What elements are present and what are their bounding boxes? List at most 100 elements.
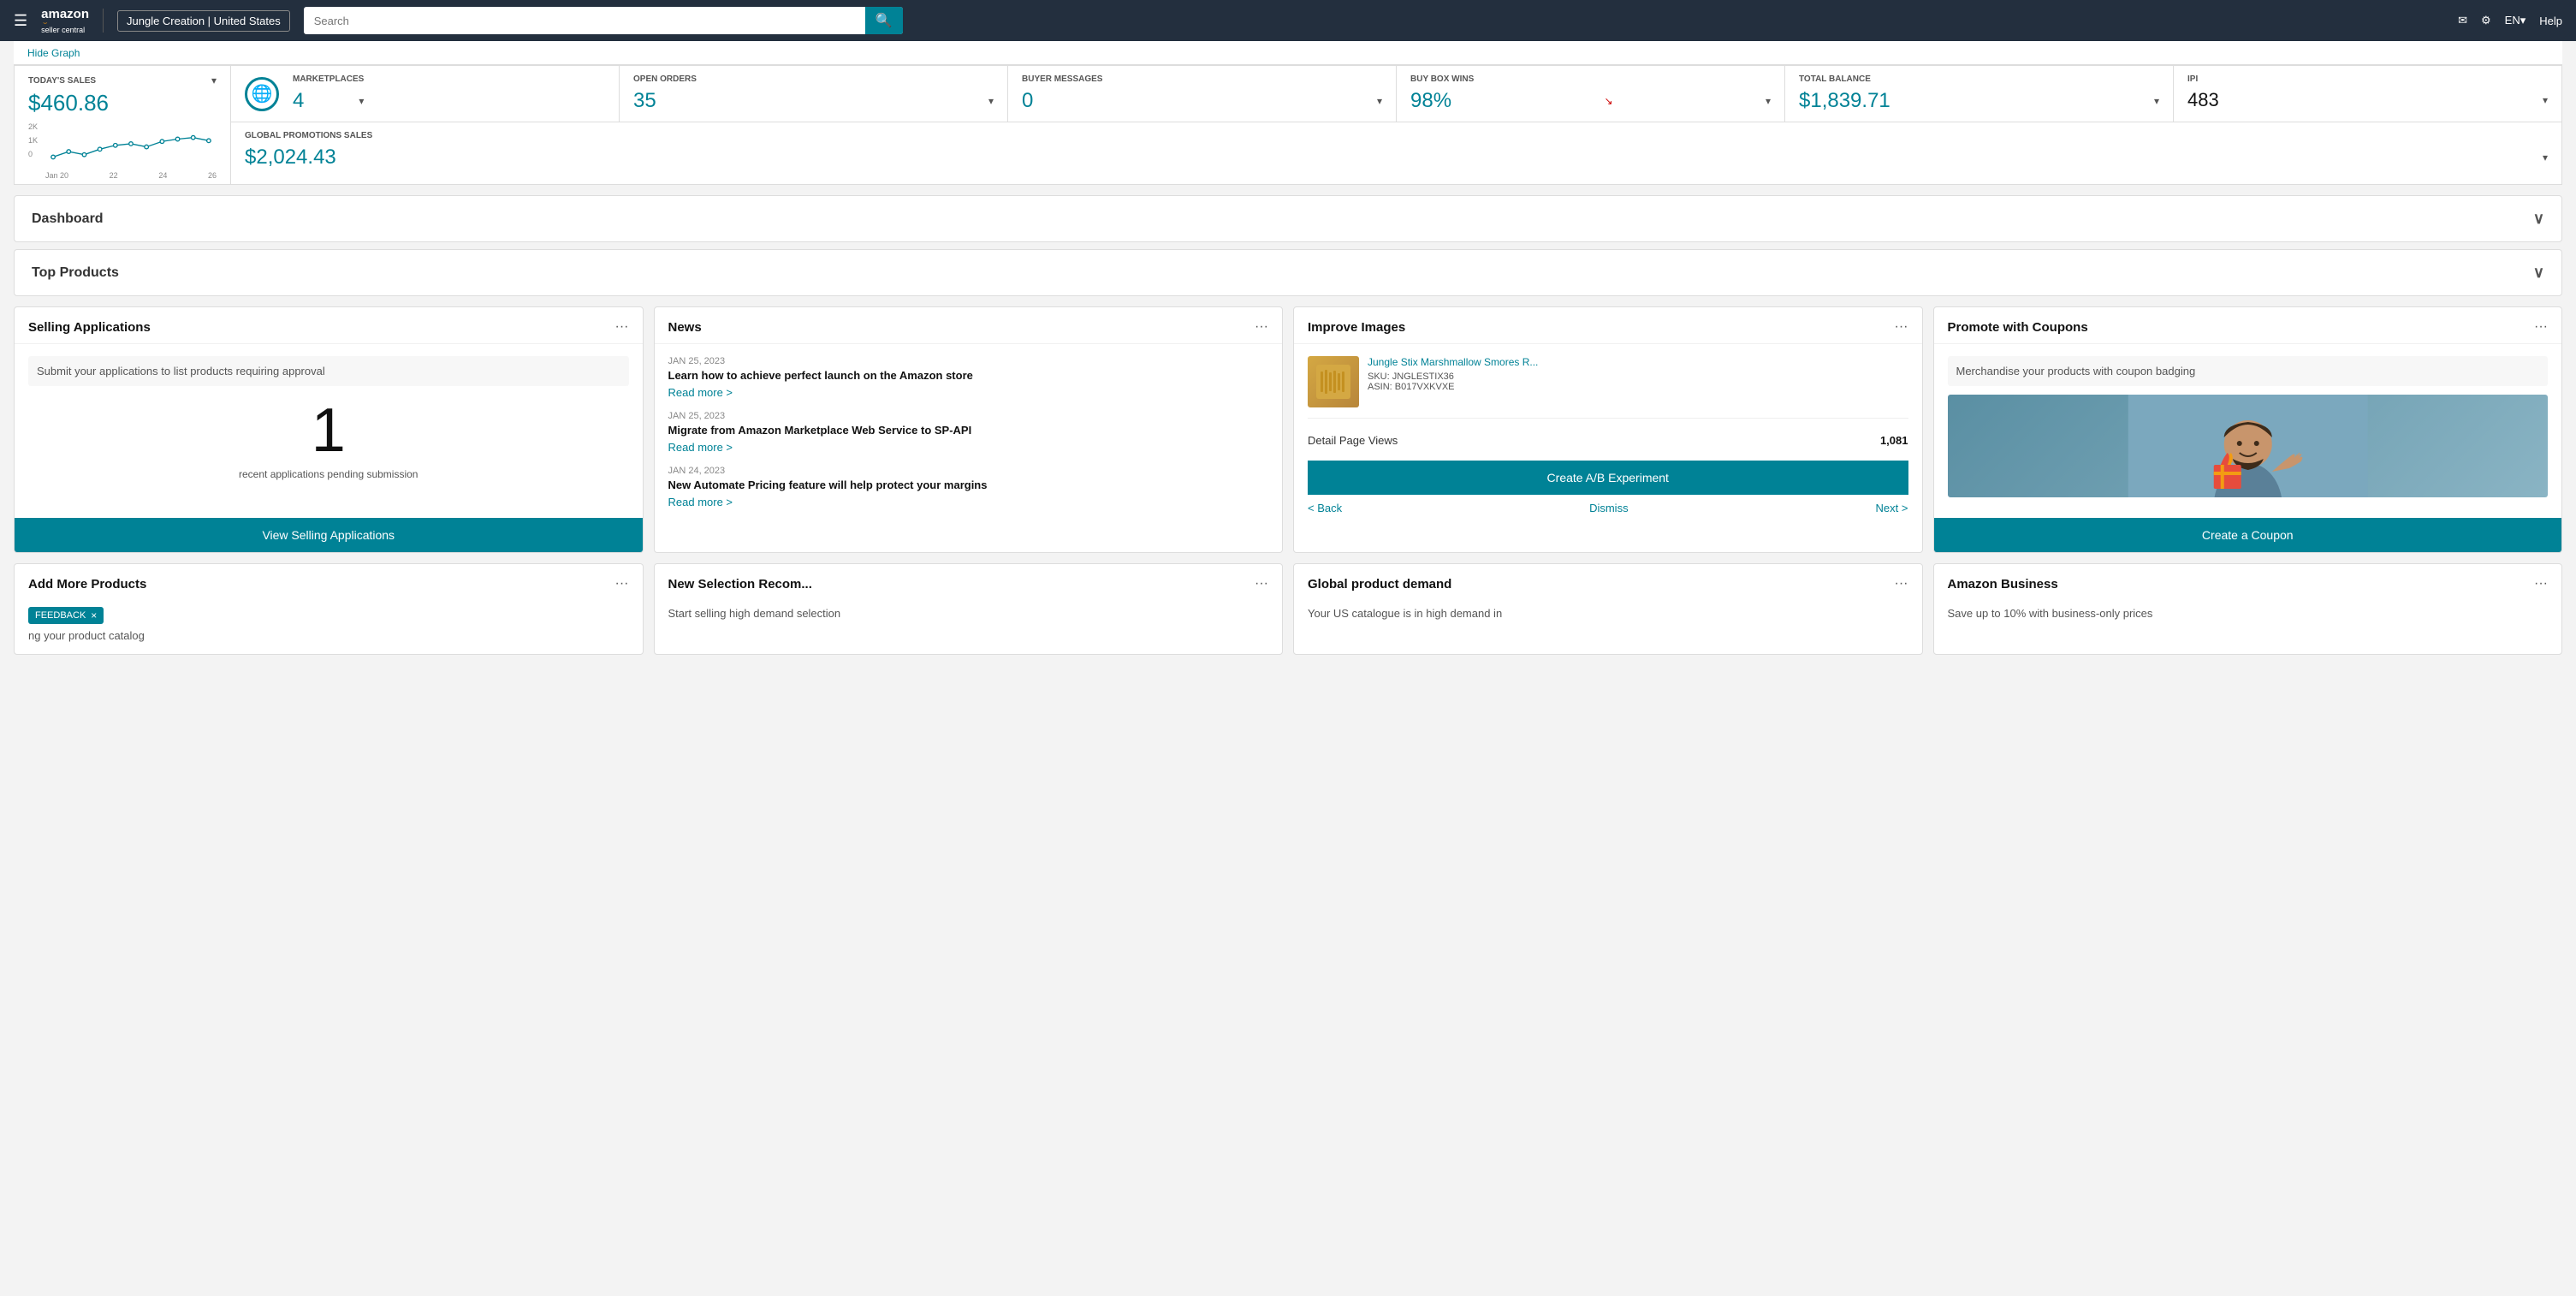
product-preview: Jungle Stix Marshmallow Smores R... SKU:… bbox=[1308, 356, 1908, 419]
hide-graph-link[interactable]: Hide Graph bbox=[27, 47, 80, 59]
promote-coupons-menu[interactable]: ··· bbox=[2534, 319, 2548, 335]
settings-icon[interactable]: ⚙ bbox=[2481, 14, 2491, 27]
buy-box-value: 98% bbox=[1410, 89, 1451, 113]
open-orders-value: 35 bbox=[633, 89, 656, 113]
back-link[interactable]: < Back bbox=[1308, 502, 1342, 514]
widgets-grid: Selling Applications ··· Submit your app… bbox=[14, 306, 2562, 553]
promote-coupons-footer: Create a Coupon bbox=[1934, 518, 2562, 552]
news-title-2: Migrate from Amazon Marketplace Web Serv… bbox=[668, 424, 1269, 438]
coupon-image bbox=[1948, 395, 2549, 497]
news-date-3: JAN 24, 2023 bbox=[668, 466, 1269, 476]
header-divider bbox=[103, 9, 104, 33]
news-read-more-2[interactable]: Read more > bbox=[668, 441, 733, 454]
marketplaces-metric: 🌐 MARKETPLACES 4 ▾ bbox=[231, 66, 620, 122]
metrics-right: 🌐 MARKETPLACES 4 ▾ OPEN ORDERS 35 ▾ bbox=[231, 66, 2561, 184]
total-balance-value: $1,839.71 bbox=[1799, 89, 1890, 113]
global-promo-chevron[interactable]: ▾ bbox=[2543, 152, 2548, 163]
product-image bbox=[1308, 356, 1359, 407]
stat-label: Detail Page Views bbox=[1308, 434, 1398, 447]
total-balance-label: TOTAL BALANCE bbox=[1799, 74, 2159, 84]
news-read-more-1[interactable]: Read more > bbox=[668, 386, 733, 399]
feedback-bar: FEEDBACK × bbox=[28, 607, 104, 624]
add-products-menu[interactable]: ··· bbox=[615, 576, 629, 592]
metrics-row: TODAY'S SALES ▾ $460.86 2K1K0 bbox=[14, 65, 2562, 185]
create-ab-experiment-button[interactable]: Create A/B Experiment bbox=[1308, 461, 1908, 495]
new-selection-body: Start selling high demand selection bbox=[655, 600, 1283, 632]
add-products-title: Add More Products bbox=[28, 577, 146, 592]
ipi-metric: IPI 483 ▾ bbox=[2174, 66, 2561, 122]
top-products-section-header[interactable]: Top Products ∨ bbox=[14, 249, 2562, 296]
ipi-chevron[interactable]: ▾ bbox=[2543, 94, 2548, 106]
global-promo-value: $2,024.43 bbox=[245, 146, 336, 169]
global-demand-title: Global product demand bbox=[1308, 577, 1451, 592]
news-title: News bbox=[668, 320, 702, 335]
improve-images-menu[interactable]: ··· bbox=[1895, 319, 1908, 335]
open-orders-chevron[interactable]: ▾ bbox=[988, 95, 994, 107]
marketplaces-chevron[interactable]: ▾ bbox=[359, 95, 364, 107]
global-demand-header: Global product demand ··· bbox=[1294, 564, 1922, 600]
dismiss-link[interactable]: Dismiss bbox=[1589, 502, 1629, 514]
buy-box-metric: BUY BOX WINS 98% ↘ ▾ bbox=[1397, 66, 1785, 122]
next-link[interactable]: Next > bbox=[1876, 502, 1908, 514]
dashboard-section-header[interactable]: Dashboard ∨ bbox=[14, 195, 2562, 242]
add-products-widget: Add More Products ··· FEEDBACK × ng your… bbox=[14, 563, 644, 655]
open-orders-metric: OPEN ORDERS 35 ▾ bbox=[620, 66, 1008, 122]
selling-apps-menu[interactable]: ··· bbox=[615, 319, 629, 335]
product-asin: ASIN: B017VXKVXE bbox=[1368, 382, 1908, 392]
selling-apps-description: Submit your applications to list product… bbox=[28, 356, 629, 386]
amazon-business-menu[interactable]: ··· bbox=[2534, 576, 2548, 592]
image-navigation: < Back Dismiss Next > bbox=[1308, 495, 1908, 514]
buyer-messages-value: 0 bbox=[1022, 89, 1033, 113]
new-selection-widget: New Selection Recom... ··· Start selling… bbox=[654, 563, 1284, 655]
view-selling-applications-button[interactable]: View Selling Applications bbox=[15, 518, 643, 552]
product-stat: Detail Page Views 1,081 bbox=[1308, 429, 1908, 452]
marketplaces-label: MARKETPLACES bbox=[293, 74, 364, 84]
new-selection-header: New Selection Recom... ··· bbox=[655, 564, 1283, 600]
buy-box-chevron[interactable]: ▾ bbox=[1766, 95, 1771, 107]
language-selector[interactable]: EN▾ bbox=[2505, 14, 2526, 27]
news-date-2: JAN 25, 2023 bbox=[668, 411, 1269, 421]
promote-coupons-title: Promote with Coupons bbox=[1948, 320, 2088, 335]
stat-value: 1,081 bbox=[1880, 434, 1908, 447]
promote-coupons-header: Promote with Coupons ··· bbox=[1934, 307, 2562, 344]
help-link[interactable]: Help bbox=[2539, 15, 2562, 27]
amazon-business-widget: Amazon Business ··· Save up to 10% with … bbox=[1933, 563, 2563, 655]
feedback-close[interactable]: × bbox=[91, 609, 97, 621]
add-products-header: Add More Products ··· bbox=[15, 564, 643, 600]
promote-coupons-widget: Promote with Coupons ··· Merchandise you… bbox=[1933, 306, 2563, 553]
search-input[interactable] bbox=[304, 9, 865, 33]
create-coupon-button[interactable]: Create a Coupon bbox=[1934, 518, 2562, 552]
open-orders-label: OPEN ORDERS bbox=[633, 74, 994, 84]
selling-apps-footer: View Selling Applications bbox=[15, 518, 643, 552]
new-selection-title: New Selection Recom... bbox=[668, 577, 812, 592]
selling-apps-pending-label: recent applications pending submission bbox=[28, 468, 629, 480]
dashboard-title: Dashboard bbox=[32, 211, 104, 227]
logo: amazon ⌣ seller central bbox=[41, 8, 89, 34]
news-read-more-3[interactable]: Read more > bbox=[668, 496, 733, 508]
today-sales-label: TODAY'S SALES bbox=[28, 76, 96, 86]
improve-images-widget: Improve Images ··· bbox=[1293, 306, 1923, 553]
mail-icon[interactable]: ✉ bbox=[2458, 14, 2467, 27]
buyer-messages-chevron[interactable]: ▾ bbox=[1377, 95, 1382, 107]
news-menu[interactable]: ··· bbox=[1255, 319, 1268, 335]
globe-icon: 🌐 bbox=[245, 77, 279, 111]
feedback-label: FEEDBACK bbox=[35, 610, 86, 621]
product-name[interactable]: Jungle Stix Marshmallow Smores R... bbox=[1368, 356, 1908, 368]
today-sales-chevron[interactable]: ▾ bbox=[211, 74, 217, 86]
search-button[interactable]: 🔍 bbox=[865, 7, 903, 34]
store-selector-button[interactable]: Jungle Creation | United States bbox=[117, 10, 290, 32]
global-demand-widget: Global product demand ··· Your US catalo… bbox=[1293, 563, 1923, 655]
new-selection-menu[interactable]: ··· bbox=[1255, 576, 1268, 592]
total-balance-metric: TOTAL BALANCE $1,839.71 ▾ bbox=[1785, 66, 2174, 122]
buyer-messages-label: BUYER MESSAGES bbox=[1022, 74, 1382, 84]
amazon-logo-text: amazon bbox=[41, 8, 89, 21]
news-title-1: Learn how to achieve perfect launch on t… bbox=[668, 369, 1269, 383]
menu-icon[interactable]: ☰ bbox=[14, 12, 27, 30]
top-products-chevron: ∨ bbox=[2533, 264, 2544, 282]
global-demand-menu[interactable]: ··· bbox=[1895, 576, 1908, 592]
selling-apps-header: Selling Applications ··· bbox=[15, 307, 643, 344]
amazon-business-body: Save up to 10% with business-only prices bbox=[1934, 600, 2562, 632]
total-balance-chevron[interactable]: ▾ bbox=[2154, 95, 2159, 107]
buy-box-label: BUY BOX WINS bbox=[1410, 74, 1771, 84]
amazon-business-header: Amazon Business ··· bbox=[1934, 564, 2562, 600]
